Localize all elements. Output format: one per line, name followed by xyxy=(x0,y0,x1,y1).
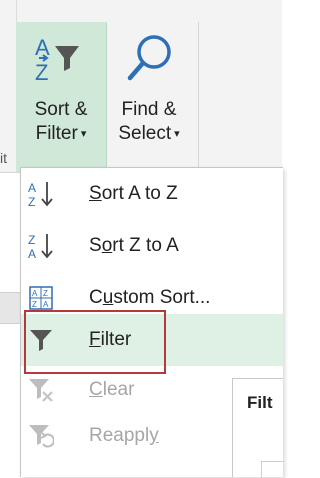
menu-item-label: C xyxy=(89,287,103,308)
menu-item-sort-z-to-a[interactable]: Z A Sort Z to A xyxy=(21,220,283,272)
sort-filter-label-2: Filter xyxy=(35,123,78,145)
menu-item-label-accelerator: o xyxy=(101,235,113,256)
panel-input-box[interactable] xyxy=(261,461,284,478)
sort-filter-icon: A Z xyxy=(16,22,106,98)
menu-item-sort-a-to-z[interactable]: A Z Sort A to Z xyxy=(21,168,283,220)
menu-item-label: rt Z to A xyxy=(112,235,179,256)
menu-item-label: stom Sort... xyxy=(113,287,211,308)
menu-item-label: ort A to Z xyxy=(101,183,178,204)
menu-item-label: Reappl xyxy=(89,425,150,446)
svg-text:Z: Z xyxy=(43,289,48,298)
menu-item-label-accelerator: y xyxy=(149,425,159,446)
filter-side-panel: Filt xyxy=(232,378,284,478)
menu-item-label-accelerator: C xyxy=(89,379,103,400)
svg-text:Z: Z xyxy=(32,300,37,309)
svg-text:A: A xyxy=(35,35,50,60)
panel-title: Filt xyxy=(247,393,273,412)
svg-text:A: A xyxy=(32,289,38,298)
chevron-down-icon: ▾ xyxy=(174,128,180,140)
svg-text:Z: Z xyxy=(28,233,35,247)
menu-item-label: S xyxy=(89,235,102,256)
menu-item-label: lear xyxy=(102,379,135,400)
svg-text:A: A xyxy=(43,300,49,309)
ribbon: A Z Sort & Filter ▾ Find & Select ▾ it xyxy=(0,0,282,173)
chevron-down-icon: ▾ xyxy=(80,128,87,140)
svg-text:Z: Z xyxy=(35,60,48,85)
svg-text:A: A xyxy=(28,181,36,195)
sort-a-to-z-icon: A Z xyxy=(27,168,55,220)
magnifier-icon xyxy=(108,22,190,98)
svg-text:A: A xyxy=(28,247,36,261)
sort-z-to-a-icon: Z A xyxy=(27,220,55,272)
ribbon-edge xyxy=(0,0,17,172)
ribbon-group-divider xyxy=(198,22,199,172)
truncated-group-label: it xyxy=(0,150,7,166)
menu-item-label-accelerator: u xyxy=(102,287,114,308)
filter-highlight-box xyxy=(24,310,166,374)
sheet-row-header xyxy=(0,292,20,324)
sort-filter-button[interactable]: A Z Sort & Filter ▾ xyxy=(16,22,107,172)
find-select-label-1: Find & xyxy=(121,99,177,120)
reapply-icon xyxy=(27,410,55,462)
find-select-label-2: Select xyxy=(118,123,172,145)
find-select-button[interactable]: Find & Select ▾ xyxy=(108,22,190,172)
menu-item-label-accelerator: S xyxy=(89,183,102,204)
sort-filter-label-1: Sort & xyxy=(34,99,88,120)
svg-text:Z: Z xyxy=(28,195,35,209)
